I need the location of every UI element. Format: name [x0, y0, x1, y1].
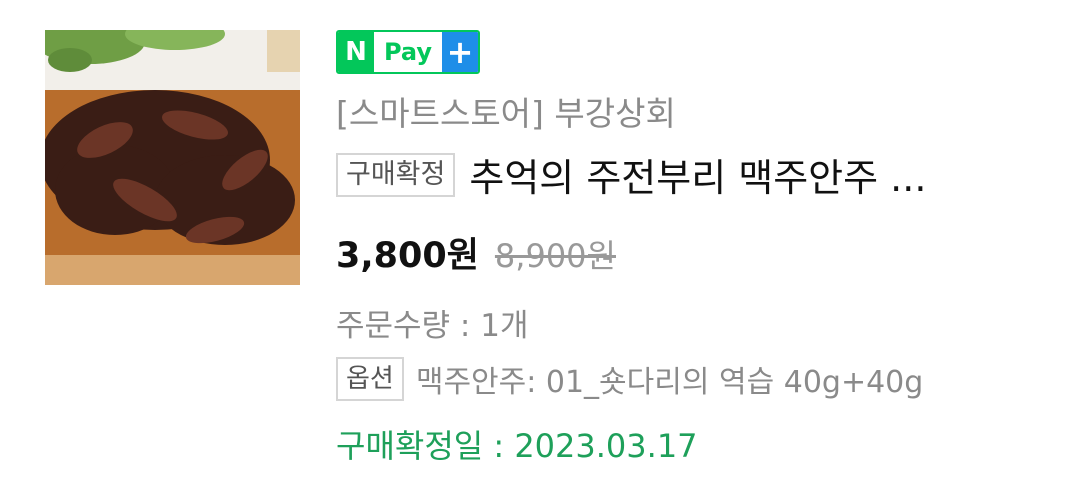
sale-price: 3,800원 — [336, 236, 479, 276]
store-name[interactable]: [스마트스토어] 부강상회 — [336, 87, 676, 135]
purchase-confirmed-date: 구매확정일 : 2023.03.17 — [336, 427, 698, 465]
option-badge: 옵션 — [336, 357, 404, 401]
product-thumbnail[interactable] — [45, 30, 300, 285]
plus-icon: + — [442, 32, 478, 72]
product-title[interactable]: 추억의 주전부리 맥주안주 ... — [469, 147, 926, 202]
npay-plus-badge: N Pay + — [336, 30, 480, 74]
product-image — [45, 30, 300, 285]
option-value: 맥주안주: 01_숏다리의 역습 40g+40g — [415, 365, 924, 400]
npay-pay-label: Pay — [374, 32, 442, 72]
price-row: 3,800원 8,900원 — [336, 227, 616, 278]
option-row: 옵션 맥주안주: 01_숏다리의 역습 40g+40g — [336, 357, 923, 401]
order-item-info: N Pay + [스마트스토어] 부강상회 구매확정 추억의 주전부리 맥주안주… — [336, 30, 1056, 465]
npay-n-icon: N — [338, 32, 374, 72]
status-badge: 구매확정 — [336, 152, 456, 197]
order-quantity: 주문수량 : 1개 — [336, 308, 529, 344]
product-title-row[interactable]: 구매확정 추억의 주전부리 맥주안주 ... — [336, 147, 926, 202]
original-price: 8,900원 — [494, 237, 616, 275]
